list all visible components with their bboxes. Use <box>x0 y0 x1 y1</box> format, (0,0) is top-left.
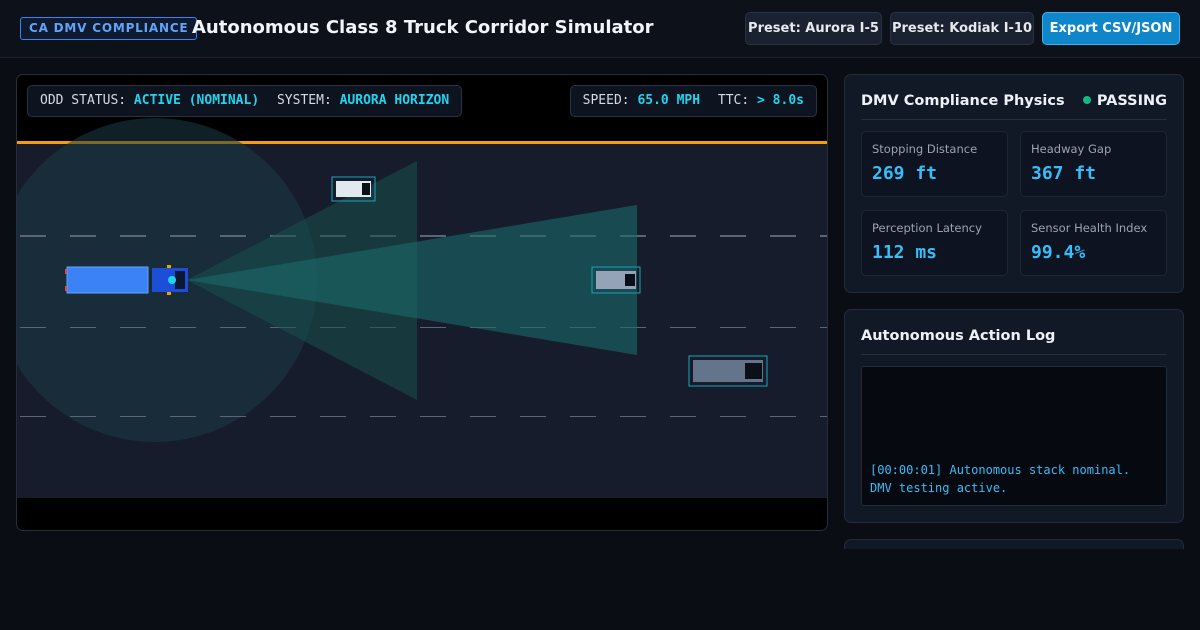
action-log-output[interactable]: [00:00:01] Autonomous stack nominal. DMV… <box>861 366 1167 506</box>
app-title: Autonomous Class 8 Truck Corridor Simula… <box>192 17 654 38</box>
preset-kodiak-button[interactable]: Preset: Kodiak I-10 <box>890 12 1034 45</box>
metric-label: Perception Latency <box>872 221 982 235</box>
detected-vehicle <box>688 355 768 387</box>
simulator-canvas[interactable]: ODD STATUS: ACTIVE (NOMINAL) SYSTEM: AUR… <box>16 74 828 531</box>
app-header: CA DMV COMPLIANCE Autonomous Class 8 Tru… <box>0 0 1200 58</box>
metric-value: 269 ft <box>872 163 938 184</box>
lane-marking <box>17 325 827 328</box>
export-button[interactable]: Export CSV/JSON <box>1042 12 1180 45</box>
compliance-status: PASSING <box>1082 93 1167 109</box>
metric-stopping-distance: Stopping Distance 269 ft <box>861 131 1008 197</box>
ttc-label: TTC: <box>717 93 750 108</box>
action-log-card: Autonomous Action Log [00:00:01] Autonom… <box>844 309 1184 523</box>
metric-value: 99.4% <box>1031 242 1086 263</box>
status-dot-icon <box>1082 96 1091 104</box>
metric-label: Sensor Health Index <box>1031 221 1148 235</box>
system-label: SYSTEM: <box>276 93 332 108</box>
metric-label: Stopping Distance <box>872 142 978 156</box>
lane-marking <box>17 234 827 237</box>
metric-headway-gap: Headway Gap 367 ft <box>1020 131 1167 197</box>
log-title: Autonomous Action Log <box>861 328 1056 344</box>
ego-truck <box>65 265 188 295</box>
divider <box>861 354 1167 355</box>
system-value: AURORA HORIZON <box>339 93 450 108</box>
log-entry: [00:00:01] Autonomous stack nominal. DMV… <box>870 463 1131 495</box>
metric-value: 367 ft <box>1031 163 1097 184</box>
road-scene <box>17 118 827 442</box>
odd-status-label: ODD STATUS: <box>40 93 127 108</box>
compliance-badge: CA DMV COMPLIANCE <box>20 17 198 40</box>
metric-sensor-health: Sensor Health Index 99.4% <box>1020 210 1167 276</box>
metric-label: Headway Gap <box>1031 142 1112 156</box>
ttc-value: > 8.0s <box>757 93 804 108</box>
odd-status-value: ACTIVE (NOMINAL) <box>133 93 260 108</box>
divider <box>861 119 1167 120</box>
additional-card <box>844 539 1184 549</box>
speed-value: 65.0 MPH <box>637 93 701 108</box>
metric-perception-latency: Perception Latency 112 ms <box>861 210 1008 276</box>
status-text: PASSING <box>1096 93 1167 109</box>
speed-hud: SPEED: 65.0 MPH TTC: > 8.0s <box>569 85 817 117</box>
compliance-physics-card: DMV Compliance Physics PASSING Stopping … <box>844 74 1184 293</box>
physics-title: DMV Compliance Physics <box>861 93 1065 109</box>
odd-status-hud: ODD STATUS: ACTIVE (NOMINAL) SYSTEM: AUR… <box>27 85 463 117</box>
preset-aurora-button[interactable]: Preset: Aurora I-5 <box>745 12 882 45</box>
speed-label: SPEED: <box>582 93 630 108</box>
metric-value: 112 ms <box>872 242 938 263</box>
lane-marking <box>17 416 827 419</box>
